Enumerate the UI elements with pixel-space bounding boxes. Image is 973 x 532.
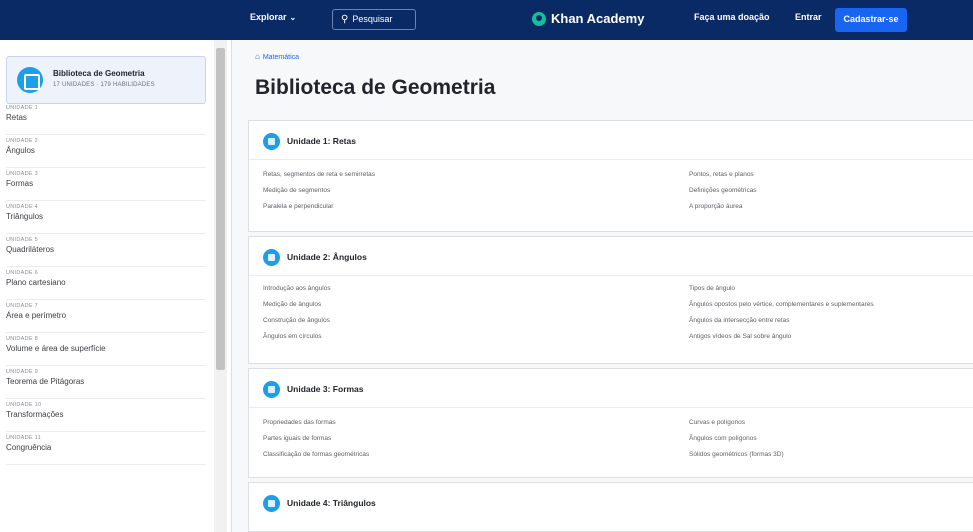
unit-number: UNIDADE 10: [6, 402, 42, 408]
unit-name: Teorema de Pitágoras: [6, 377, 85, 386]
donate-link[interactable]: Faça uma doação: [694, 12, 770, 22]
divider: [249, 159, 973, 160]
lesson-link[interactable]: Sólidos geométricos (formas 3D): [689, 451, 784, 458]
unit-name: Formas: [6, 179, 34, 188]
khan-academy-logo[interactable]: Khan Academy: [532, 11, 644, 26]
unit-number: UNIDADE 8: [6, 336, 39, 342]
lesson-link[interactable]: Antigos vídeos de Sal sobre ângulo: [689, 333, 791, 340]
unit-number: UNIDADE 11: [6, 435, 41, 441]
unit-number: UNIDADE 7: [6, 303, 39, 309]
sidebar-item-unit-10[interactable]: UNIDADE 10 Transformações: [6, 399, 206, 432]
unit-number: UNIDADE 5: [6, 237, 39, 243]
breadcrumb-link[interactable]: Matemática: [263, 54, 299, 61]
lesson-link[interactable]: Medição de segmentos: [263, 187, 330, 194]
search-icon: ⚲: [341, 14, 349, 25]
search-input[interactable]: ⚲ Pesquisar: [332, 9, 416, 30]
unit-card-title[interactable]: Unidade 3: Formas: [287, 384, 364, 394]
lesson-link[interactable]: Medição de ângulos: [263, 301, 321, 308]
unit-name: Triângulos: [6, 212, 44, 221]
divider: [249, 275, 973, 276]
sidebar-item-unit-1[interactable]: UNIDADE 1 Retas: [6, 102, 206, 135]
unit-card-1: Unidade 1: Retas Retas, segmentos de ret…: [248, 120, 973, 232]
library-title: Biblioteca de Geometria: [53, 69, 145, 78]
lesson-link[interactable]: Paralela e perpendicular: [263, 203, 333, 210]
unit-icon: [263, 248, 280, 266]
lesson-link[interactable]: Construção de ângulos: [263, 317, 330, 324]
unit-name: Ângulos: [6, 146, 35, 155]
unit-list: UNIDADE 1 Retas UNIDADE 2 Ângulos UNIDADE …: [6, 102, 206, 465]
sidebar-item-unit-9[interactable]: UNIDADE 9 Teorema de Pitágoras: [6, 366, 206, 399]
khan-leaf-icon: [532, 11, 546, 26]
brand-name: Khan Academy: [551, 11, 645, 26]
lesson-link[interactable]: Ângulos da intersecção entre retas: [689, 317, 789, 324]
lesson-link[interactable]: Ângulos em círculos: [263, 333, 322, 340]
unit-name: Volume e área de superfície: [6, 344, 106, 353]
sidebar-item-unit-2[interactable]: UNIDADE 2 Ângulos: [6, 135, 206, 168]
lesson-link[interactable]: Tipos de ângulo: [689, 285, 735, 292]
lesson-link[interactable]: Pontos, retas e planos: [689, 171, 754, 178]
lesson-link[interactable]: Retas, segmentos de reta e semirretas: [263, 171, 375, 178]
sidebar-scroll-thumb[interactable]: [216, 48, 225, 370]
unit-number: UNIDADE 1: [6, 105, 39, 111]
sidebar-item-unit-5[interactable]: UNIDADE 5 Quadriláteros: [6, 234, 206, 267]
library-subtitle: 17 UNIDADES · 179 HABILIDADES: [53, 82, 155, 88]
home-icon[interactable]: ⌂: [255, 52, 260, 61]
explore-menu-button[interactable]: Explorar ⌄: [250, 12, 296, 22]
geometry-course-icon: [17, 67, 43, 93]
lesson-link[interactable]: Introdução aos ângulos: [263, 285, 331, 292]
unit-card-2: Unidade 2: Ângulos Introdução aos ângulo…: [248, 236, 973, 364]
sidebar-item-unit-3[interactable]: UNIDADE 3 Formas: [6, 168, 206, 201]
unit-number: UNIDADE 9: [6, 369, 39, 375]
unit-name: Quadriláteros: [6, 245, 55, 254]
sidebar-item-unit-7[interactable]: UNIDADE 7 Área e perímetro: [6, 300, 206, 333]
unit-number: UNIDADE 3: [6, 171, 39, 177]
unit-name: Plano cartesiano: [6, 278, 66, 287]
sidebar: Biblioteca de Geometria 17 UNIDADES · 17…: [0, 40, 232, 532]
unit-card-3: Unidade 3: Formas Propriedades das forma…: [248, 368, 973, 478]
unit-name: Retas: [6, 113, 27, 122]
login-link[interactable]: Entrar: [795, 12, 822, 22]
unit-card-title[interactable]: Unidade 2: Ângulos: [287, 252, 367, 262]
top-nav-bar: Explorar ⌄ ⚲ Pesquisar Khan Academy Faça u…: [0, 0, 973, 40]
unit-card-title[interactable]: Unidade 4: Triângulos: [287, 498, 376, 508]
sidebar-item-unit-4[interactable]: UNIDADE 4 Triângulos: [6, 201, 206, 234]
unit-card-4: Unidade 4: Triângulos: [248, 482, 973, 532]
search-placeholder: Pesquisar: [352, 14, 393, 24]
unit-icon: [263, 132, 280, 150]
divider: [249, 407, 973, 408]
page-title: Biblioteca de Geometria: [255, 76, 496, 99]
library-card[interactable]: Biblioteca de Geometria 17 UNIDADES · 17…: [6, 56, 206, 104]
chevron-down-icon: ⌄: [289, 13, 297, 22]
lesson-link[interactable]: Partes iguais de formas: [263, 435, 331, 442]
unit-name: Transformações: [6, 410, 64, 419]
lesson-link[interactable]: Ângulos opostos pelo vértice, complement…: [689, 301, 874, 308]
lesson-link[interactable]: Propriedades das formas: [263, 419, 336, 426]
unit-number: UNIDADE 2: [6, 138, 39, 144]
signup-button[interactable]: Cadastrar-se: [835, 8, 907, 32]
unit-number: UNIDADE 6: [6, 270, 39, 276]
unit-number: UNIDADE 4: [6, 204, 39, 210]
breadcrumb[interactable]: ⌂ Matemática: [255, 52, 299, 61]
unit-icon: [263, 494, 280, 512]
unit-name: Congruência: [6, 443, 52, 452]
sidebar-item-unit-8[interactable]: UNIDADE 8 Volume e área de superfície: [6, 333, 206, 366]
sidebar-item-unit-11[interactable]: UNIDADE 11 Congruência: [6, 432, 206, 465]
lesson-link[interactable]: Curvas e polígonos: [689, 419, 745, 426]
unit-icon: [263, 380, 280, 398]
unit-name: Área e perímetro: [6, 311, 67, 320]
sidebar-item-unit-6[interactable]: UNIDADE 6 Plano cartesiano: [6, 267, 206, 300]
lesson-link[interactable]: Classificação de formas geométricas: [263, 451, 369, 458]
explore-label: Explorar: [250, 12, 287, 22]
lesson-link[interactable]: Definições geométricas: [689, 187, 757, 194]
lesson-link[interactable]: A proporção áurea: [689, 203, 742, 210]
lesson-link[interactable]: Ângulos com polígonos: [689, 435, 757, 442]
unit-card-title[interactable]: Unidade 1: Retas: [287, 136, 356, 146]
